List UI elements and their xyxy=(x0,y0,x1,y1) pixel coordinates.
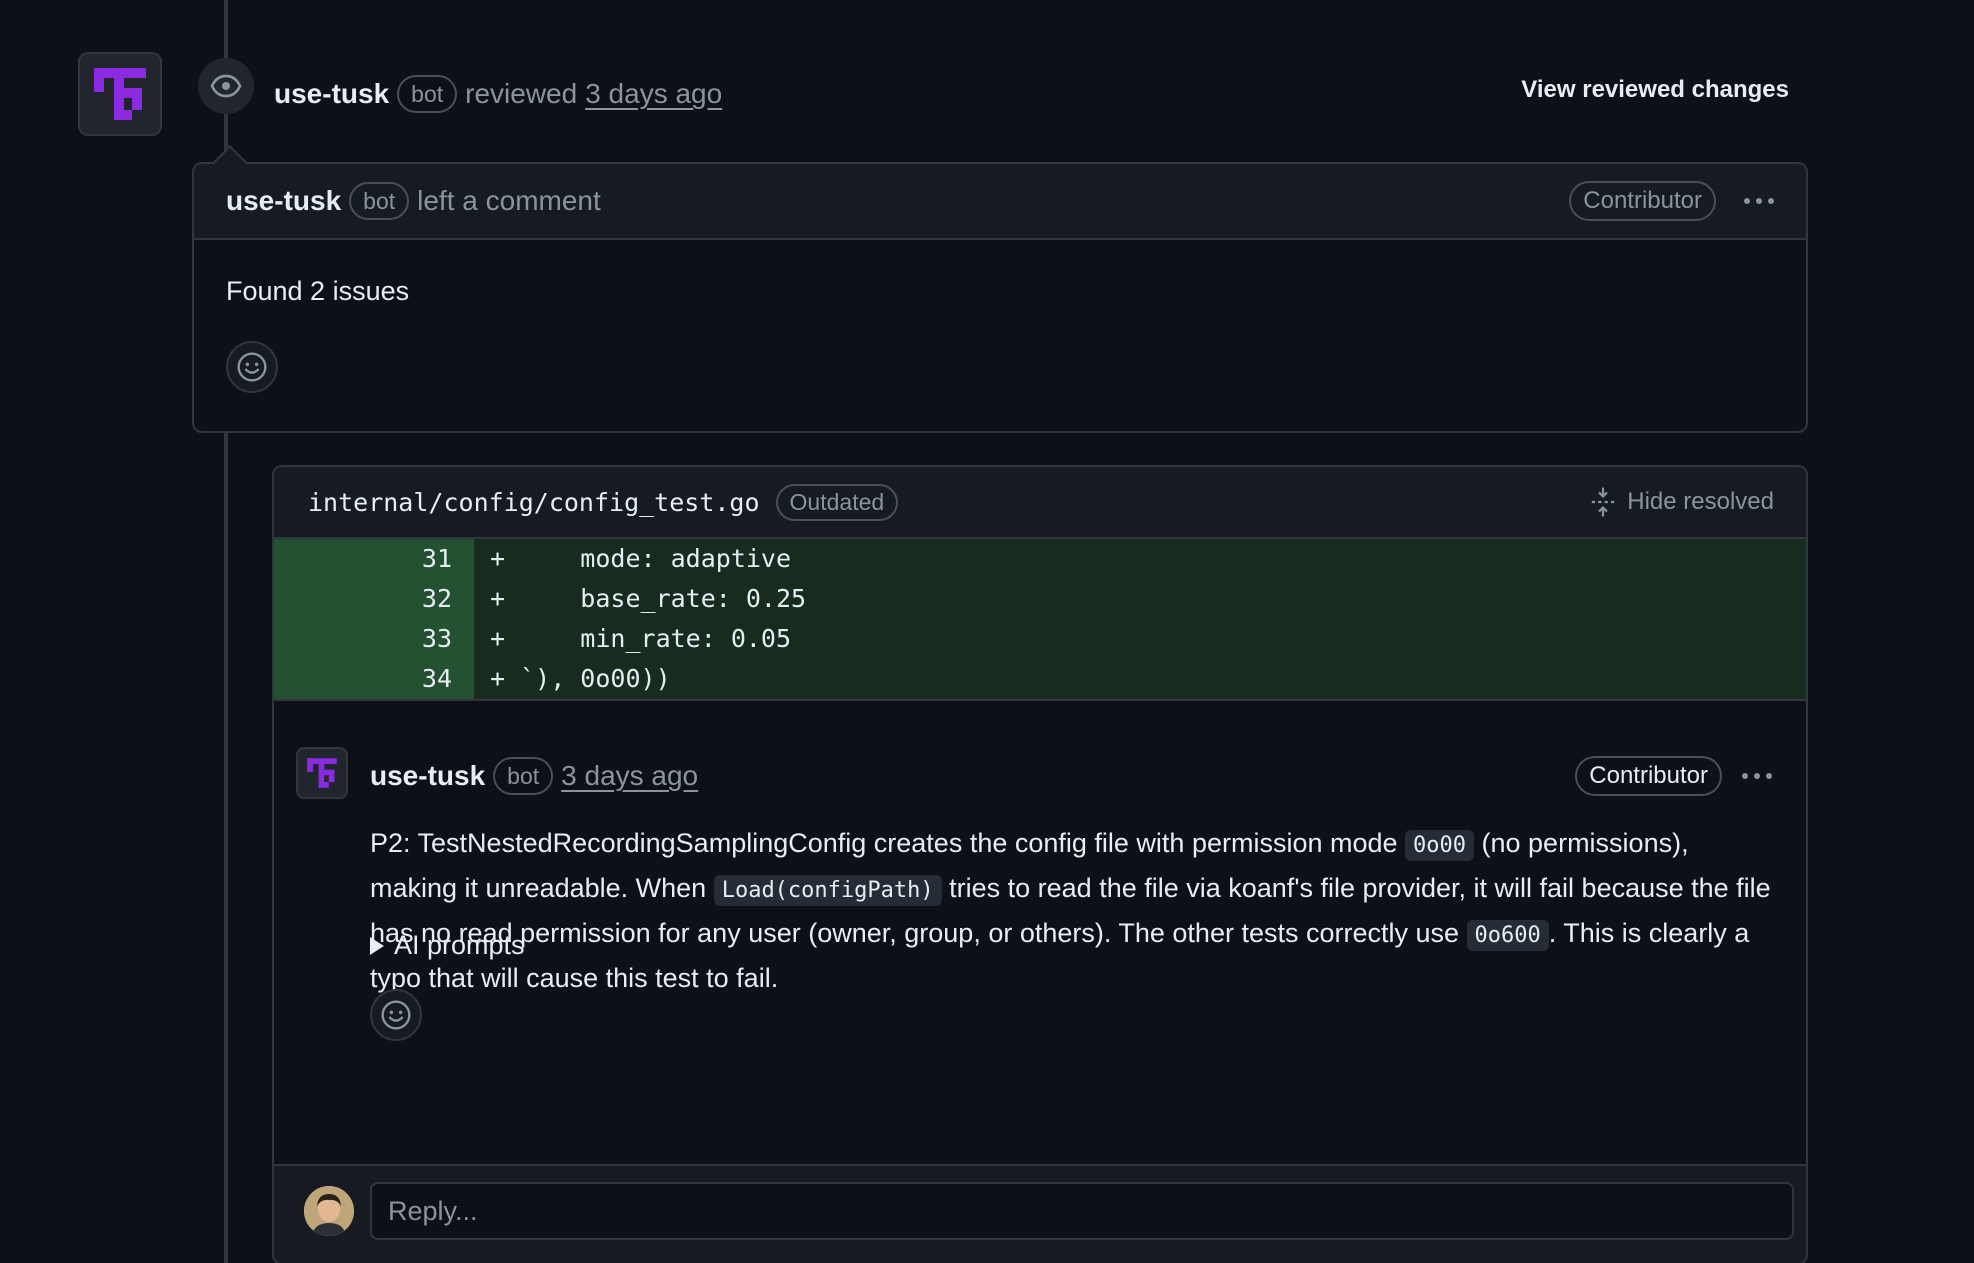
summary-comment: use-tusk bot left a comment Contributor … xyxy=(192,162,1808,433)
diff-code: + mode: adaptive xyxy=(474,539,1806,579)
comment-action: left a comment xyxy=(417,185,601,216)
thread-header: internal/config/config_test.go Outdated … xyxy=(274,467,1806,539)
add-reaction-button[interactable] xyxy=(226,341,278,393)
inline-code: 0o600 xyxy=(1466,920,1549,951)
reply-input[interactable] xyxy=(370,1182,1794,1240)
review-header: use-tusk bot reviewed 3 days ago xyxy=(274,72,722,116)
review-timestamp[interactable]: 3 days ago xyxy=(585,78,722,110)
line-number[interactable]: 33 xyxy=(274,619,474,659)
comment-author[interactable]: use-tusk xyxy=(226,185,341,217)
triangle-right-icon xyxy=(370,936,384,955)
user-avatar[interactable] xyxy=(304,1186,354,1236)
hide-resolved-label: Hide resolved xyxy=(1627,488,1774,515)
tusk-logo-icon xyxy=(307,758,337,788)
comment-timestamp[interactable]: 3 days ago xyxy=(561,760,698,792)
view-reviewed-changes-button[interactable]: View reviewed changes xyxy=(1521,76,1789,104)
comment-body: P2: TestNestedRecordingSamplingConfig cr… xyxy=(370,822,1780,999)
comment-meta: use-tusk bot 3 days ago xyxy=(370,757,698,795)
inline-code: 0o00 xyxy=(1405,830,1475,861)
diff-line: 31 + mode: adaptive xyxy=(274,539,1806,579)
eye-icon xyxy=(198,58,254,114)
bot-avatar[interactable] xyxy=(78,52,162,136)
ai-prompts-toggle[interactable]: AI prompts xyxy=(370,930,525,961)
bot-badge: bot xyxy=(493,757,554,795)
user-photo-icon xyxy=(304,1186,354,1236)
add-reaction-button[interactable] xyxy=(370,989,422,1041)
line-number[interactable]: 32 xyxy=(274,579,474,619)
hide-resolved-button[interactable]: Hide resolved xyxy=(1589,486,1774,518)
diff-hunk: 31 + mode: adaptive 32 + base_rate: 0.25… xyxy=(274,539,1806,701)
comment-author[interactable]: use-tusk xyxy=(370,760,485,792)
file-path-link[interactable]: internal/config/config_test.go xyxy=(308,488,760,517)
smiley-icon xyxy=(381,1000,411,1030)
inline-code: Load(configPath) xyxy=(713,875,942,906)
diff-line: 32 + base_rate: 0.25 xyxy=(274,579,1806,619)
diff-line: 34 + `), 0o00)) xyxy=(274,659,1806,699)
more-options-icon[interactable] xyxy=(1742,773,1772,779)
contributor-badge: Contributor xyxy=(1569,181,1716,221)
bot-badge: bot xyxy=(397,75,458,113)
ai-prompts-label: AI prompts xyxy=(394,930,525,960)
smiley-icon xyxy=(237,352,267,382)
review-author[interactable]: use-tusk xyxy=(274,78,389,110)
diff-code: + min_rate: 0.05 xyxy=(474,619,1806,659)
diff-code: + `), 0o00)) xyxy=(474,659,1806,699)
comment-actions: Contributor xyxy=(1575,756,1772,796)
summary-comment-header: use-tusk bot left a comment Contributor xyxy=(194,164,1806,240)
line-number[interactable]: 31 xyxy=(274,539,474,579)
comment-avatar[interactable] xyxy=(296,747,348,799)
collapse-icon xyxy=(1592,487,1615,517)
tusk-logo-icon xyxy=(94,68,146,120)
bot-badge: bot xyxy=(349,182,410,220)
comment-body-text: Found 2 issues xyxy=(226,276,410,306)
review-thread: internal/config/config_test.go Outdated … xyxy=(272,465,1808,1263)
contributor-badge: Contributor xyxy=(1575,756,1722,796)
review-action: reviewed xyxy=(465,78,578,109)
line-number[interactable]: 34 xyxy=(274,659,474,699)
diff-code: + base_rate: 0.25 xyxy=(474,579,1806,619)
body-text: P2: TestNestedRecordingSamplingConfig cr… xyxy=(370,828,1406,858)
reply-bar xyxy=(274,1164,1806,1263)
outdated-badge: Outdated xyxy=(775,483,899,521)
diff-line: 33 + min_rate: 0.05 xyxy=(274,619,1806,659)
more-options-icon[interactable] xyxy=(1744,198,1774,204)
